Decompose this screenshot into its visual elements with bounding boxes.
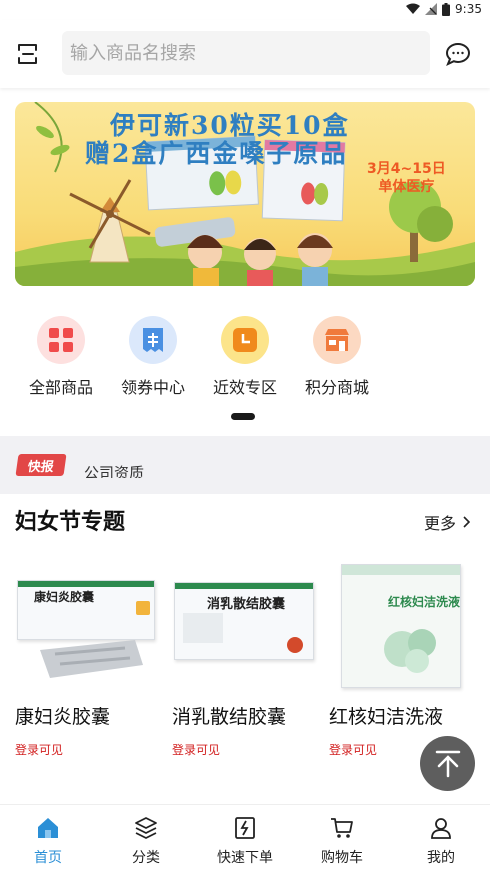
section-title: 妇女节专题 — [15, 510, 126, 535]
category-coupon-center[interactable]: 领券中心 — [108, 316, 198, 398]
menu-icon — [18, 44, 37, 64]
search-box[interactable] — [62, 31, 430, 75]
layers-icon — [135, 817, 157, 839]
user-icon — [431, 818, 451, 839]
message-button[interactable] — [444, 40, 472, 68]
bottom-tab-bar: 首页 分类 快速下单 购物车 我的 — [0, 804, 490, 872]
category-row: 全部商品 领券中心 近效专区 积分商城 — [0, 300, 490, 410]
clock-icon — [221, 316, 269, 364]
page-indicator — [231, 413, 255, 420]
status-time: 9:35 — [455, 2, 482, 16]
scan-menu-button[interactable] — [14, 40, 42, 68]
arrow-up-icon — [435, 750, 460, 777]
category-near-expiry[interactable]: 近效专区 — [200, 316, 290, 398]
product-image: 消乳散结胶囊 — [172, 556, 314, 690]
app-header — [0, 20, 490, 88]
no-signal-icon — [425, 3, 438, 15]
promo-banner[interactable]: 伊可新30粒买10盒 赠2盒广西金嗓子原品 3月4~15日 单体医疗 — [15, 102, 475, 286]
tab-home[interactable]: 首页 — [8, 815, 88, 867]
product-image: 康妇炎胶囊 — [15, 556, 157, 690]
grid-icon — [37, 316, 85, 364]
quick-order-icon — [235, 817, 255, 839]
search-input[interactable] — [62, 31, 430, 75]
more-link[interactable]: 更多 — [424, 510, 471, 534]
cart-icon — [331, 818, 353, 838]
battery-icon — [442, 2, 451, 16]
product-card[interactable]: 红核妇洁洗液 红核妇洁洗液 登录可见 — [329, 556, 479, 758]
news-badge: 快报 — [15, 454, 67, 476]
product-card[interactable]: 康妇炎胶囊 康妇炎胶囊 登录可见 — [15, 556, 165, 758]
chat-bubble-icon — [445, 42, 471, 67]
status-bar: 9:35 — [0, 0, 490, 20]
category-points-mall[interactable]: 积分商城 — [292, 316, 382, 398]
shop-icon — [313, 316, 361, 364]
home-icon — [38, 818, 58, 838]
product-image: 红核妇洁洗液 — [329, 556, 471, 690]
tab-quick-order[interactable]: 快速下单 — [205, 815, 285, 867]
back-to-top-button[interactable] — [420, 736, 475, 791]
news-headline[interactable]: 公司资质 — [84, 460, 284, 478]
product-card[interactable]: 消乳散结胶囊 消乳散结胶囊 登录可见 — [172, 556, 322, 758]
banner-subheadline: 赠2盒广西金嗓子原品 — [85, 139, 348, 168]
banner-date: 3月4~15日 单体医疗 — [367, 161, 446, 195]
wifi-icon — [406, 3, 421, 14]
news-ticker[interactable]: 快报 公司资质 — [0, 436, 490, 494]
tab-profile[interactable]: 我的 — [401, 815, 481, 867]
tab-cart[interactable]: 购物车 — [302, 815, 382, 867]
chevron-right-icon — [463, 516, 471, 528]
coupon-icon — [129, 316, 177, 364]
category-all-products[interactable]: 全部商品 — [16, 316, 106, 398]
tab-category[interactable]: 分类 — [106, 815, 186, 867]
